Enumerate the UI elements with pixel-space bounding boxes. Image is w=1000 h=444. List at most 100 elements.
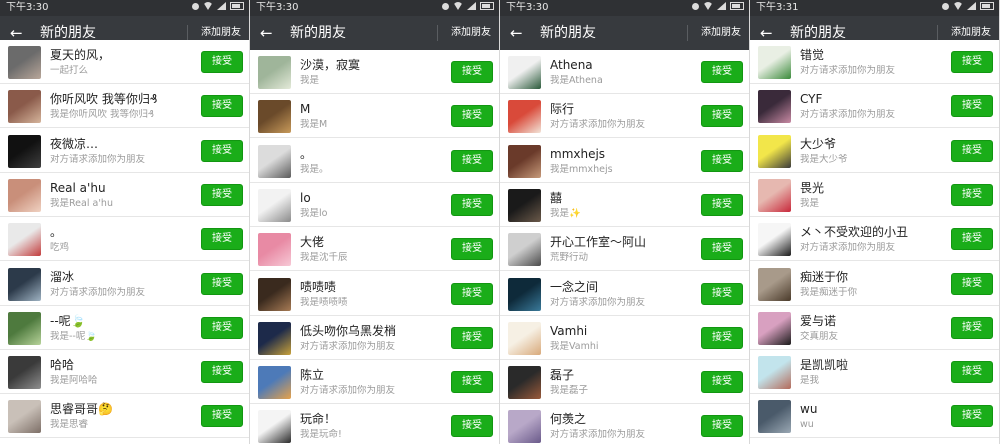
accept-button[interactable]: 接受 xyxy=(451,238,493,261)
friend-request-row[interactable]: 何羡之 对方请求添加你为朋友 接受 xyxy=(500,404,750,444)
accept-button[interactable]: 接受 xyxy=(451,282,493,305)
accept-button[interactable]: 接受 xyxy=(951,51,993,73)
accept-button[interactable]: 接受 xyxy=(201,272,243,295)
friend-request-row[interactable]: 囍我是✨ 接受 xyxy=(500,182,750,227)
accept-button[interactable]: 接受 xyxy=(201,51,243,73)
accept-button[interactable]: 接受 xyxy=(701,282,743,305)
accept-button[interactable]: 接受 xyxy=(451,326,493,349)
add-friend-button[interactable]: 添加朋友 xyxy=(451,26,491,40)
friend-request-row[interactable]: 。吃鸡 接受 xyxy=(0,217,250,262)
accept-button[interactable]: 接受 xyxy=(701,415,743,438)
accept-button[interactable]: 接受 xyxy=(201,228,243,251)
accept-button[interactable]: 接受 xyxy=(701,326,743,349)
friend-request-row[interactable]: 磊子 我是磊子 接受 xyxy=(500,360,750,405)
friend-request-row[interactable]: Vamhi 我是Vamhi 接受 xyxy=(500,315,750,360)
back-arrow-icon[interactable]: ← xyxy=(760,25,773,41)
accept-button[interactable]: 接受 xyxy=(451,371,493,394)
request-message: 交真朋友 xyxy=(800,330,839,342)
friend-request-row[interactable]: 开心工作室～阿山 荒野行动 接受 xyxy=(500,227,750,272)
accept-button[interactable]: 接受 xyxy=(451,193,493,216)
avatar-image xyxy=(508,321,541,355)
accept-button[interactable]: 接受 xyxy=(201,361,243,384)
friend-request-row[interactable]: 。我是。 接受 xyxy=(250,138,500,183)
wifi-icon xyxy=(953,2,963,10)
friend-request-row[interactable]: 思睿哥哥🤔 我是思睿 接受 xyxy=(0,394,250,439)
friend-request-row[interactable]: 夏天的风， 一起打么 接受 xyxy=(0,40,250,84)
friend-request-row[interactable]: メ丶不受欢迎的小丑 对方请求添加你为朋友 接受 xyxy=(750,217,1000,262)
avatar xyxy=(8,400,41,434)
avatar xyxy=(8,356,41,390)
friend-request-row[interactable]: 低头吻你乌黑发梢 对方请求添加你为朋友 接受 xyxy=(250,315,500,360)
friend-request-row[interactable]: Athena 我是Athena 接受 xyxy=(500,50,750,94)
add-friend-button[interactable]: 添加朋友 xyxy=(701,26,741,40)
add-friend-button[interactable]: 添加朋友 xyxy=(201,26,241,40)
request-message: 对方请求添加你为朋友 xyxy=(800,242,896,254)
phone-screen-4: 下午3:31 ← 新的朋友 添加朋友 错觉 对方请求添加你为朋友 接受 CYF 对方请求添加你为… xyxy=(750,0,1000,444)
friend-request-row[interactable]: 一念之间 对方请求添加你为朋友 接受 xyxy=(500,271,750,316)
friend-request-row[interactable]: 溜冰 对方请求添加你为朋友 接受 xyxy=(0,261,250,306)
accept-button[interactable]: 接受 xyxy=(201,95,243,118)
back-arrow-icon[interactable]: ← xyxy=(10,25,23,41)
accept-button[interactable]: 接受 xyxy=(451,61,493,83)
back-arrow-icon[interactable]: ← xyxy=(510,25,523,41)
accept-button[interactable]: 接受 xyxy=(951,228,993,251)
friend-request-row[interactable]: 痴迷于你 我是痴迷于你 接受 xyxy=(750,261,1000,306)
accept-button[interactable]: 接受 xyxy=(951,139,993,162)
accept-button[interactable]: 接受 xyxy=(701,371,743,394)
back-arrow-icon[interactable]: ← xyxy=(260,25,273,41)
friend-request-row[interactable]: lo 我是lo 接受 xyxy=(250,182,500,227)
accept-button[interactable]: 接受 xyxy=(701,193,743,216)
friend-request-row[interactable]: 玩命！ 我是玩命! 接受 xyxy=(250,404,500,444)
request-message: 对方请求添加你为朋友 xyxy=(800,65,896,76)
accept-button[interactable]: 接受 xyxy=(201,316,243,339)
request-message: 吃鸡 xyxy=(50,242,70,254)
friend-request-row[interactable]: 大佬 我是沈千辰 接受 xyxy=(250,227,500,272)
friend-name: 开心工作室～阿山 xyxy=(550,235,647,250)
friend-request-row[interactable]: 你听风吹 我等你归₰ 我是你听风吹 我等你归₰ 接受 xyxy=(0,84,250,129)
accept-button[interactable]: 接受 xyxy=(451,415,493,438)
accept-button[interactable]: 接受 xyxy=(451,105,493,128)
accept-button[interactable]: 接受 xyxy=(201,183,243,206)
friend-request-row[interactable]: Real a'hu 我是Real a'hu 接受 xyxy=(0,172,250,217)
friend-request-row[interactable]: 畏光 我是 接受 xyxy=(750,172,1000,217)
page-title: 新的朋友 xyxy=(540,25,596,41)
friend-name: Real a'hu xyxy=(50,180,106,195)
friend-name: 思睿哥哥🤔 xyxy=(50,402,113,417)
accept-button[interactable]: 接受 xyxy=(701,238,743,261)
avatar xyxy=(508,56,541,89)
request-message: 对方请求添加你为朋友 xyxy=(50,286,146,298)
friend-request-row[interactable]: 夜微凉… 对方请求添加你为朋友 接受 xyxy=(0,128,250,173)
friend-request-row[interactable]: 际行 对方请求添加你为朋友 接受 xyxy=(500,94,750,139)
accept-button[interactable]: 接受 xyxy=(951,316,993,339)
avatar xyxy=(508,188,541,222)
accept-button[interactable]: 接受 xyxy=(701,105,743,128)
accept-button[interactable]: 接受 xyxy=(201,139,243,162)
avatar-image xyxy=(8,311,41,345)
accept-button[interactable]: 接受 xyxy=(201,405,243,428)
status-time: 下午3:30 xyxy=(506,2,549,13)
accept-button[interactable]: 接受 xyxy=(951,183,993,206)
request-message: 对方请求添加你为朋友 xyxy=(550,296,646,308)
add-friend-button[interactable]: 添加朋友 xyxy=(951,26,991,40)
friend-request-row[interactable]: --呢🍃 我是--呢🍃 接受 xyxy=(0,305,250,350)
friend-request-row[interactable]: 大少爷 我是大少爷 接受 xyxy=(750,128,1000,173)
friend-request-row[interactable]: 是凯凯啦 是我 接受 xyxy=(750,350,1000,395)
friend-request-row[interactable]: 啧啧啧 我是啧啧啧 接受 xyxy=(250,271,500,316)
friend-request-row[interactable]: 错觉 对方请求添加你为朋友 接受 xyxy=(750,40,1000,84)
friend-request-row[interactable]: 爱与诺 交真朋友 接受 xyxy=(750,305,1000,350)
friend-request-row[interactable]: wu wu 接受 xyxy=(750,394,1000,439)
accept-button[interactable]: 接受 xyxy=(951,405,993,428)
accept-button[interactable]: 接受 xyxy=(451,149,493,172)
accept-button[interactable]: 接受 xyxy=(701,149,743,172)
friend-request-row[interactable]: mmxhejs 我是mmxhejs 接受 xyxy=(500,138,750,183)
accept-button[interactable]: 接受 xyxy=(951,361,993,384)
accept-button[interactable]: 接受 xyxy=(701,61,743,83)
friend-request-row[interactable]: 沙漠，寂寞 我是 接受 xyxy=(250,50,500,94)
friend-request-row[interactable]: M 我是M 接受 xyxy=(250,94,500,139)
friend-request-row[interactable]: 哈哈 我是阿哈哈 接受 xyxy=(0,350,250,395)
accept-button[interactable]: 接受 xyxy=(951,272,993,295)
accept-button[interactable]: 接受 xyxy=(951,95,993,118)
friend-request-row[interactable]: 陈立 对方请求添加你为朋友 接受 xyxy=(250,360,500,405)
friend-request-row[interactable]: CYF 对方请求添加你为朋友 接受 xyxy=(750,84,1000,129)
avatar-image xyxy=(258,56,291,89)
